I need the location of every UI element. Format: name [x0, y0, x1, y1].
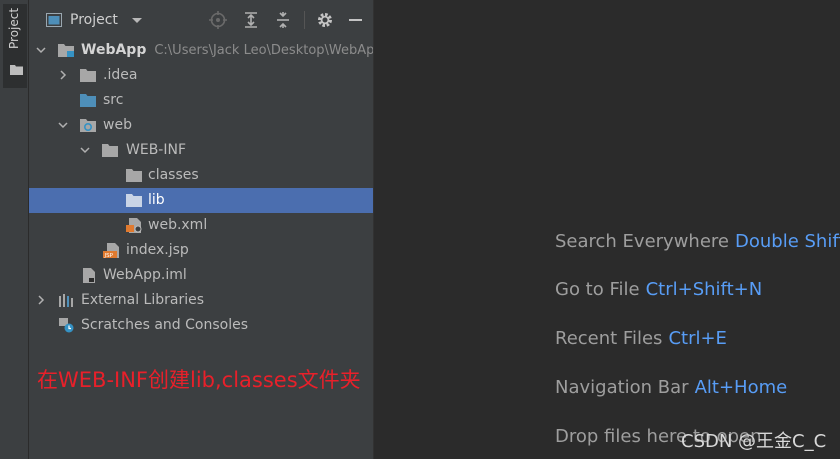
chevron-right-icon[interactable] — [58, 70, 68, 80]
tree-row-web-inf[interactable]: WEB-INF — [29, 138, 373, 163]
tree-label-web-xml: web.xml — [148, 217, 208, 233]
chevron-right-icon[interactable] — [36, 295, 46, 305]
tree-label-index-jsp: index.jsp — [126, 242, 189, 258]
folder-icon — [80, 69, 96, 82]
chevron-down-icon[interactable] — [58, 120, 68, 130]
tree-label-webapp-iml: WebApp.iml — [103, 267, 187, 283]
tree-row-web[interactable]: web — [29, 113, 373, 138]
header-separator — [304, 11, 305, 29]
tool-window-stripe: Project — [0, 0, 29, 459]
folder-icon — [102, 144, 118, 157]
tree-row-external-libraries[interactable]: External Libraries — [29, 288, 373, 313]
locate-icon[interactable] — [209, 11, 227, 29]
tree-row-classes[interactable]: classes — [29, 163, 373, 188]
hint-go-to-file: Go to File Ctrl+Shift+N — [555, 279, 762, 300]
tree-row-scratches[interactable]: Scratches and Consoles — [29, 313, 373, 338]
project-panel-header: Project — [29, 0, 373, 40]
expand-all-icon[interactable] — [242, 11, 260, 29]
hint-search-everywhere: Search Everywhere Double Shift — [555, 231, 840, 252]
chevron-down-icon[interactable] — [80, 145, 90, 155]
folder-icon — [126, 169, 142, 182]
hint-shortcut: Alt+Home — [694, 377, 788, 398]
watermark: CSDN @王金C_C — [681, 431, 827, 452]
module-folder-icon — [58, 44, 74, 57]
source-folder-icon — [80, 94, 96, 107]
hint-label: Recent Files — [555, 328, 663, 349]
tree-row-idea[interactable]: .idea — [29, 63, 373, 88]
hint-label: Go to File — [555, 279, 640, 300]
folder-icon — [10, 65, 23, 75]
hint-label: Navigation Bar — [555, 377, 689, 398]
tree-label-scratches: Scratches and Consoles — [81, 317, 248, 333]
web-folder-icon — [80, 119, 96, 132]
tree-row-webapp-iml[interactable]: WebApp.iml — [29, 263, 373, 288]
tree-label-web: web — [103, 117, 132, 133]
jsp-file-icon: JSP — [103, 243, 119, 258]
iml-file-icon — [83, 268, 95, 283]
chevron-down-icon[interactable] — [131, 17, 143, 25]
tree-label-lib: lib — [148, 192, 165, 208]
project-tool-tab[interactable]: Project — [3, 4, 27, 88]
folder-icon — [126, 194, 142, 207]
project-view-icon — [46, 13, 62, 27]
tree-row-lib[interactable]: lib — [29, 188, 373, 213]
tree-label-webapp: WebApp — [81, 42, 147, 58]
collapse-all-icon[interactable] — [274, 11, 292, 29]
tree-label-classes: classes — [148, 167, 199, 183]
annotation-text: 在WEB-INF创建lib,classes文件夹 — [37, 368, 361, 392]
tree-row-src[interactable]: src — [29, 88, 373, 113]
hint-shortcut: Ctrl+E — [668, 328, 727, 349]
hide-icon[interactable] — [347, 11, 365, 29]
project-view-title[interactable]: Project — [70, 12, 118, 28]
tree-row-web-xml[interactable]: web.xml — [29, 213, 373, 238]
hint-shortcut: Double Shift — [735, 231, 840, 252]
svg-text:JSP: JSP — [104, 253, 114, 258]
hint-label: Search Everywhere — [555, 231, 729, 252]
scratches-icon — [59, 318, 74, 333]
hint-navigation-bar: Navigation Bar Alt+Home — [555, 377, 787, 398]
gear-icon[interactable] — [316, 11, 334, 29]
tree-label-external-libraries: External Libraries — [81, 292, 204, 308]
hint-recent-files: Recent Files Ctrl+E — [555, 328, 727, 349]
project-tool-tab-label: Project — [7, 8, 21, 50]
project-path: C:\Users\Jack Leo\Desktop\WebAp — [154, 43, 374, 58]
chevron-down-icon[interactable] — [36, 45, 46, 55]
tree-row-webapp[interactable]: WebApp C:\Users\Jack Leo\Desktop\WebAp — [29, 38, 373, 63]
xml-file-icon — [126, 218, 142, 233]
hint-shortcut: Ctrl+Shift+N — [645, 279, 763, 300]
tree-label-idea: .idea — [103, 67, 138, 83]
tree-label-src: src — [103, 92, 124, 108]
tree-label-web-inf: WEB-INF — [126, 142, 186, 158]
tree-row-index-jsp[interactable]: JSP index.jsp — [29, 238, 373, 263]
libraries-icon — [59, 294, 73, 307]
